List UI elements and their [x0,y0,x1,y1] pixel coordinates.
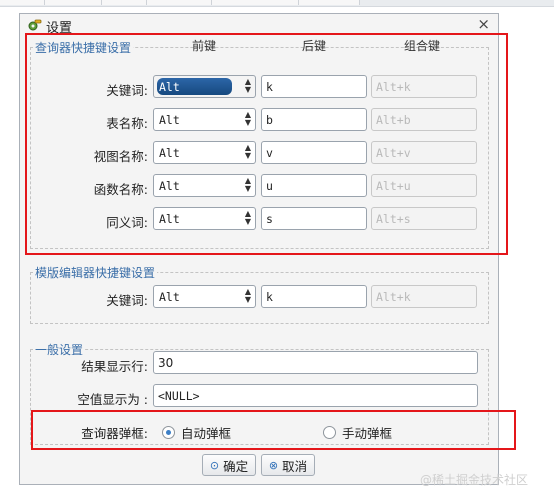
cancel-button[interactable]: ⊗ 取消 [261,454,315,476]
result-rows-label: 结果显示行: [81,359,148,374]
background-tab [299,0,360,5]
null-display-label: 空值显示为 : [77,392,148,407]
null-display-input[interactable]: <NULL> [153,384,478,407]
template-keyword-label: 关键词: [106,293,148,308]
check-circle-icon: ⊙ [209,458,220,472]
template-keyword-combo-field: Alt+k [371,285,477,308]
background-tab [45,0,102,5]
spinner-arrows-icon: ▲ ▼ [244,287,251,304]
result-rows-input[interactable]: 30 [153,351,478,374]
ok-button-label: 确定 [223,458,249,474]
template-keyword-back-input[interactable]: k [261,285,367,308]
background-tab [212,0,299,5]
cancel-button-label: 取消 [282,458,308,474]
template-keyword-front-value: Alt [159,290,180,304]
highlight-box-query-shortcuts [25,33,508,255]
template-keyword-front-select[interactable]: Alt ▲ ▼ [153,285,256,308]
cancel-circle-icon: ⊗ [268,458,279,472]
ok-button[interactable]: ⊙ 确定 [202,454,256,476]
background-tab [147,0,212,5]
template-shortcut-legend: 模版编辑器快捷键设置 [35,266,156,280]
watermark: @稀土掘金技术社区 [420,473,529,487]
background-tab [102,0,147,5]
highlight-box-popup-mode [31,410,516,450]
close-icon[interactable]: × [477,15,490,33]
background-window-strip [0,0,554,7]
background-tab [0,0,45,5]
